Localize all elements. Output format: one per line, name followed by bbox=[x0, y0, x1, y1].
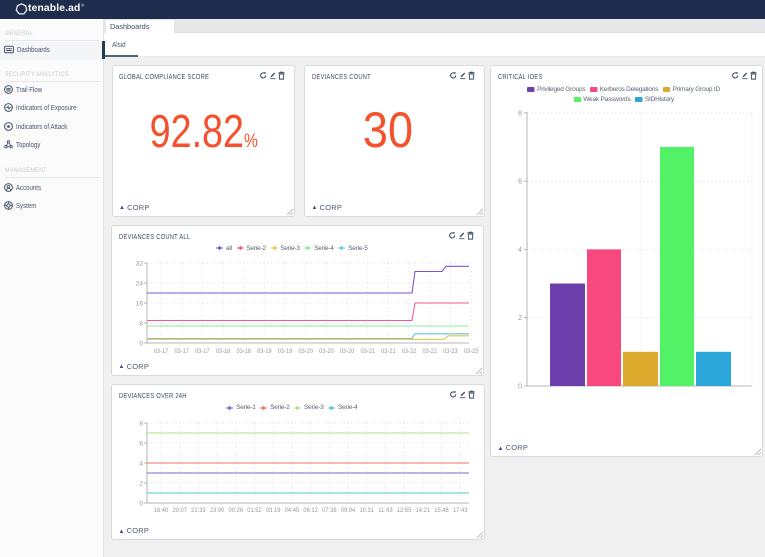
svg-text:07:38: 07:38 bbox=[322, 507, 337, 514]
svg-text:18:40: 18:40 bbox=[154, 507, 169, 514]
svg-text:11:43: 11:43 bbox=[378, 507, 393, 514]
svg-text:2: 2 bbox=[139, 481, 143, 488]
svg-text:14:21: 14:21 bbox=[416, 507, 431, 514]
svg-text:8: 8 bbox=[139, 320, 143, 327]
svg-text:03-17: 03-17 bbox=[195, 348, 210, 355]
svg-text:03-20: 03-20 bbox=[319, 348, 334, 355]
svg-text:10:31: 10:31 bbox=[359, 507, 374, 514]
svg-text:03-23: 03-23 bbox=[464, 348, 479, 355]
svg-text:4: 4 bbox=[518, 247, 522, 254]
svg-text:17:43: 17:43 bbox=[453, 507, 468, 514]
svg-text:32: 32 bbox=[136, 260, 144, 267]
svg-text:03-20: 03-20 bbox=[340, 348, 355, 355]
svg-text:03-18: 03-18 bbox=[236, 348, 251, 355]
svg-text:03-19: 03-19 bbox=[257, 348, 272, 355]
svg-text:21:33: 21:33 bbox=[191, 507, 206, 514]
svg-text:6: 6 bbox=[139, 441, 143, 448]
svg-text:03-20: 03-20 bbox=[298, 348, 313, 355]
svg-text:23:00: 23:00 bbox=[210, 507, 225, 514]
svg-text:2: 2 bbox=[518, 315, 522, 322]
svg-text:03-21: 03-21 bbox=[360, 348, 375, 355]
svg-text:8: 8 bbox=[139, 421, 143, 428]
svg-text:15:48: 15:48 bbox=[434, 507, 449, 514]
svg-text:04:45: 04:45 bbox=[285, 507, 300, 514]
svg-text:03:19: 03:19 bbox=[266, 507, 281, 514]
svg-text:12:55: 12:55 bbox=[397, 507, 412, 514]
svg-text:00:26: 00:26 bbox=[229, 507, 244, 514]
svg-text:03-22: 03-22 bbox=[422, 348, 437, 355]
svg-text:03-18: 03-18 bbox=[216, 348, 231, 355]
svg-text:03-21: 03-21 bbox=[381, 348, 396, 355]
svg-text:03-23: 03-23 bbox=[443, 348, 458, 355]
svg-text:03-22: 03-22 bbox=[402, 348, 417, 355]
svg-text:0: 0 bbox=[518, 384, 522, 391]
svg-text:09:04: 09:04 bbox=[341, 507, 356, 514]
svg-text:03-19: 03-19 bbox=[278, 348, 293, 355]
svg-text:4: 4 bbox=[139, 461, 143, 468]
svg-text:8: 8 bbox=[518, 110, 522, 117]
svg-text:24: 24 bbox=[136, 280, 144, 287]
svg-text:03-17: 03-17 bbox=[154, 348, 169, 355]
svg-text:03-17: 03-17 bbox=[174, 348, 189, 355]
svg-text:6: 6 bbox=[518, 179, 522, 186]
svg-text:01:52: 01:52 bbox=[247, 507, 262, 514]
svg-text:20:07: 20:07 bbox=[172, 507, 187, 514]
svg-text:16: 16 bbox=[136, 300, 144, 307]
svg-text:06:12: 06:12 bbox=[303, 507, 318, 514]
